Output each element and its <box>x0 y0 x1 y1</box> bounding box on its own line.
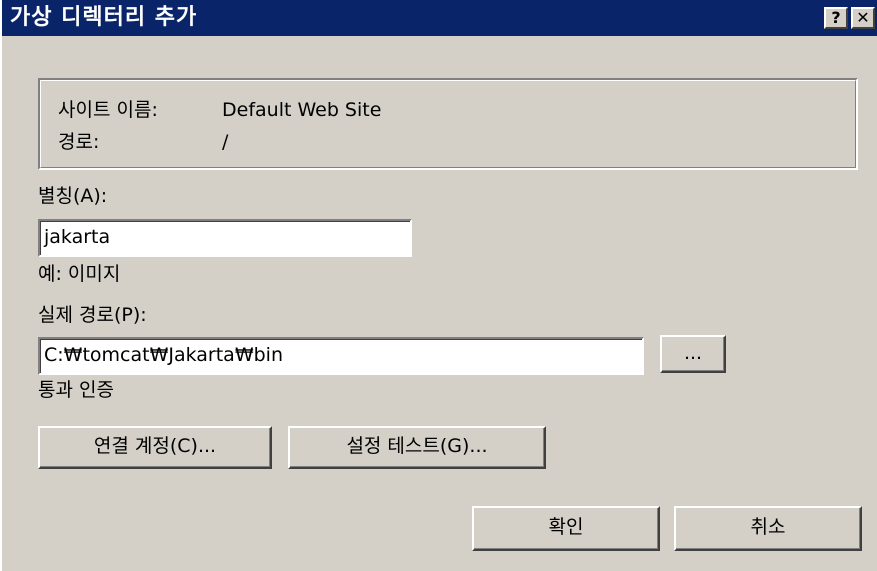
alias-input[interactable]: jakarta <box>38 219 412 257</box>
path-label: 경로: <box>58 131 100 153</box>
cancel-button[interactable]: 취소 <box>674 506 862 551</box>
dialog-title: 가상 디렉터리 추가 <box>10 5 198 30</box>
browse-button[interactable]: ... <box>660 335 726 373</box>
site-info-group <box>38 78 858 170</box>
help-icon[interactable]: ? <box>824 7 848 29</box>
physical-path-label: 실제 경로(P): <box>38 304 147 326</box>
alias-example-text: 예: 이미지 <box>38 263 121 285</box>
site-name-value: Default Web Site <box>222 99 382 121</box>
ok-button[interactable]: 확인 <box>472 506 660 551</box>
pass-through-auth-label: 통과 인증 <box>38 379 114 401</box>
connect-as-button[interactable]: 연결 계정(C)... <box>38 426 272 469</box>
title-bar[interactable]: 가상 디렉터리 추가 ? ✕ <box>2 0 877 36</box>
physical-path-input[interactable]: C:₩tomcat₩Jakarta₩bin <box>38 337 644 375</box>
path-value: / <box>222 131 229 153</box>
alias-label: 별칭(A): <box>38 185 108 207</box>
test-settings-button[interactable]: 설정 테스트(G)... <box>288 426 546 469</box>
add-virtual-directory-dialog: 가상 디렉터리 추가 ? ✕ 사이트 이름: Default Web Site … <box>0 0 877 571</box>
site-name-label: 사이트 이름: <box>58 99 158 121</box>
close-icon[interactable]: ✕ <box>851 7 875 29</box>
